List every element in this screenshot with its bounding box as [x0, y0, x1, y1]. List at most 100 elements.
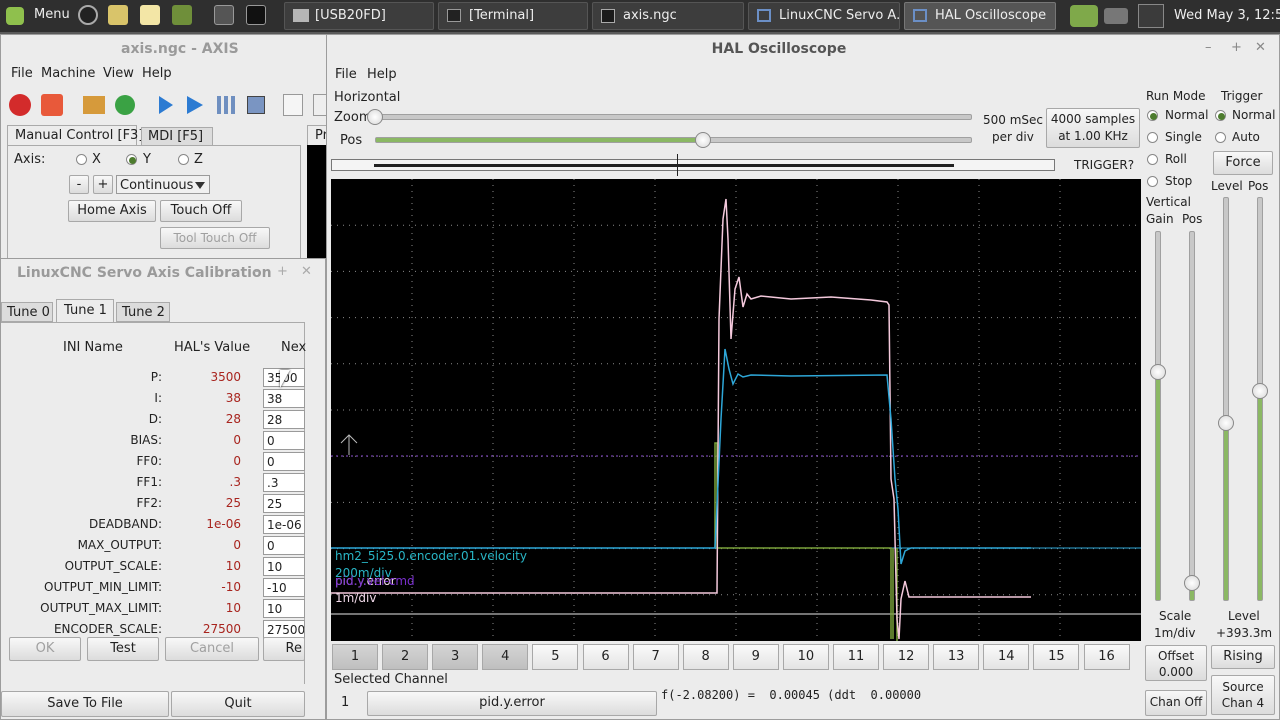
param-next-input[interactable]: -10	[263, 578, 305, 597]
close-icon[interactable]: ✕	[301, 264, 312, 279]
axis-tab-manual[interactable]: Manual Control [F3]	[7, 125, 143, 146]
test-button[interactable]: Test	[87, 637, 159, 661]
param-next-input[interactable]: 1e-06	[263, 515, 305, 534]
task-servo[interactable]: LinuxCNC Servo A...	[748, 2, 900, 30]
offset-button[interactable]: Offset 0.000	[1145, 645, 1207, 681]
task-axis[interactable]: axis.ngc	[592, 2, 744, 30]
pos-slider-knob[interactable]	[695, 132, 712, 148]
task-usb20fd[interactable]: [USB20FD]	[284, 2, 434, 30]
touch-off-button[interactable]: Touch Off	[160, 200, 242, 222]
window-list-icon[interactable]	[214, 5, 234, 25]
run-roll-radio[interactable]	[1147, 154, 1158, 165]
terminal-icon[interactable]	[246, 5, 266, 25]
trigger-level-slider[interactable]	[1223, 197, 1229, 601]
step-icon[interactable]	[187, 96, 203, 114]
zoom-slider-knob[interactable]	[367, 109, 383, 125]
vertical-pos-knob[interactable]	[1184, 574, 1200, 591]
param-next-input[interactable]: 38	[263, 389, 305, 408]
vertical-gain-slider[interactable]	[1155, 231, 1161, 601]
param-next-input[interactable]: 28	[263, 410, 305, 429]
channel-button-3[interactable]: 3	[432, 644, 479, 670]
run-stop-radio[interactable]	[1147, 176, 1158, 187]
channel-button-12[interactable]: 12	[883, 644, 930, 670]
param-next-input[interactable]: 0	[263, 452, 305, 471]
stop-icon[interactable]	[247, 96, 265, 114]
ok-button[interactable]: OK	[9, 637, 81, 661]
channel-button-13[interactable]: 13	[933, 644, 980, 670]
channel-button-1[interactable]: 1	[332, 644, 378, 670]
trigger-pos-slider[interactable]	[1257, 197, 1263, 601]
menu-button[interactable]: Menu	[4, 3, 70, 29]
param-next-input[interactable]: .3	[263, 473, 305, 492]
chan-off-button[interactable]: Chan Off	[1145, 690, 1207, 716]
samples-button[interactable]: 4000 samples at 1.00 KHz	[1046, 108, 1140, 148]
channel-button-14[interactable]: 14	[983, 644, 1030, 670]
menu-help[interactable]: Help	[367, 67, 397, 82]
tool-touch-off-button[interactable]: Tool Touch Off	[160, 227, 270, 249]
channel-button-5[interactable]: 5	[532, 644, 579, 670]
tab-tune1[interactable]: Tune 1	[56, 299, 114, 323]
channel-button-16[interactable]: 16	[1083, 644, 1130, 670]
param-next-input[interactable]: 10	[263, 599, 305, 618]
selected-channel-name-button[interactable]: pid.y.error	[367, 691, 657, 716]
open-folder-icon[interactable]	[83, 96, 105, 114]
menu-file[interactable]: File	[335, 67, 357, 82]
save-to-file-button[interactable]: Save To File	[1, 691, 169, 717]
jog-plus-button[interactable]: +	[93, 175, 113, 194]
scope-display[interactable]: hm2_5i25.0.encoder.01.velocity200m/divpi…	[331, 179, 1141, 641]
network-off-icon[interactable]	[1138, 4, 1164, 28]
block-delete-icon[interactable]	[283, 94, 303, 116]
channel-button-7[interactable]: 7	[632, 644, 679, 670]
maximize-icon[interactable]: +	[277, 264, 288, 279]
vertical-pos-slider[interactable]	[1189, 231, 1195, 601]
quit-button[interactable]: Quit	[171, 691, 305, 717]
jog-minus-button[interactable]: -	[69, 175, 89, 194]
channel-button-8[interactable]: 8	[682, 644, 729, 670]
cancel-button[interactable]: Cancel	[165, 637, 259, 661]
task-terminal[interactable]: [Terminal]	[438, 2, 588, 30]
param-next-input[interactable]: 25	[263, 494, 305, 513]
tux-icon[interactable]	[108, 5, 128, 25]
axis-z-radio[interactable]	[178, 154, 189, 165]
power-icon[interactable]	[41, 94, 63, 116]
param-next-input[interactable]: 0	[263, 536, 305, 555]
channel-button-11[interactable]: 11	[833, 644, 879, 670]
channel-button-10[interactable]: 10	[782, 644, 829, 670]
reload-icon[interactable]	[115, 95, 135, 115]
run-single-radio[interactable]	[1147, 132, 1158, 143]
revert-button[interactable]: Re	[263, 637, 305, 661]
close-icon[interactable]: ✕	[1255, 40, 1266, 55]
optional-stop-icon[interactable]	[313, 94, 327, 116]
param-next-input[interactable]: 10	[263, 557, 305, 576]
channel-button-9[interactable]: 9	[732, 644, 779, 670]
rising-button[interactable]: Rising	[1211, 645, 1275, 669]
source-button[interactable]: Source Chan 4	[1211, 675, 1275, 715]
run-normal-radio[interactable]	[1147, 110, 1158, 121]
trigger-auto-radio[interactable]	[1215, 132, 1226, 143]
pause-icon[interactable]	[217, 96, 235, 114]
trigger-level-knob[interactable]	[1218, 415, 1234, 432]
axis-x-radio[interactable]	[76, 154, 87, 165]
axis-y-radio[interactable]	[126, 154, 137, 165]
task-hal-scope[interactable]: HAL Oscilloscope	[904, 2, 1056, 30]
channel-button-4[interactable]: 4	[482, 644, 529, 670]
shield-check-icon[interactable]	[1070, 5, 1098, 27]
channel-button-15[interactable]: 15	[1033, 644, 1080, 670]
clock[interactable]: Wed May 3, 12:50	[1174, 8, 1280, 23]
pos-slider[interactable]	[375, 137, 972, 143]
axis-tab-mdi[interactable]: MDI [F5]	[141, 127, 213, 146]
channel-button-6[interactable]: 6	[582, 644, 629, 670]
trigger-normal-radio[interactable]	[1215, 110, 1226, 121]
menu-machine[interactable]: Machine	[41, 66, 95, 81]
volume-icon[interactable]	[1104, 8, 1128, 24]
tab-tune0[interactable]: Tune 0	[1, 302, 53, 322]
text-editor-icon[interactable]	[140, 5, 160, 25]
terminal-launcher-icon[interactable]	[172, 5, 192, 25]
minimize-icon[interactable]: –	[1205, 40, 1212, 55]
jog-mode-select[interactable]: Continuous	[116, 175, 210, 194]
menu-help[interactable]: Help	[142, 66, 172, 81]
trigger-pos-knob[interactable]	[1252, 382, 1268, 399]
estop-icon[interactable]	[9, 94, 31, 116]
channel-button-2[interactable]: 2	[382, 644, 429, 670]
run-icon[interactable]	[159, 96, 173, 114]
